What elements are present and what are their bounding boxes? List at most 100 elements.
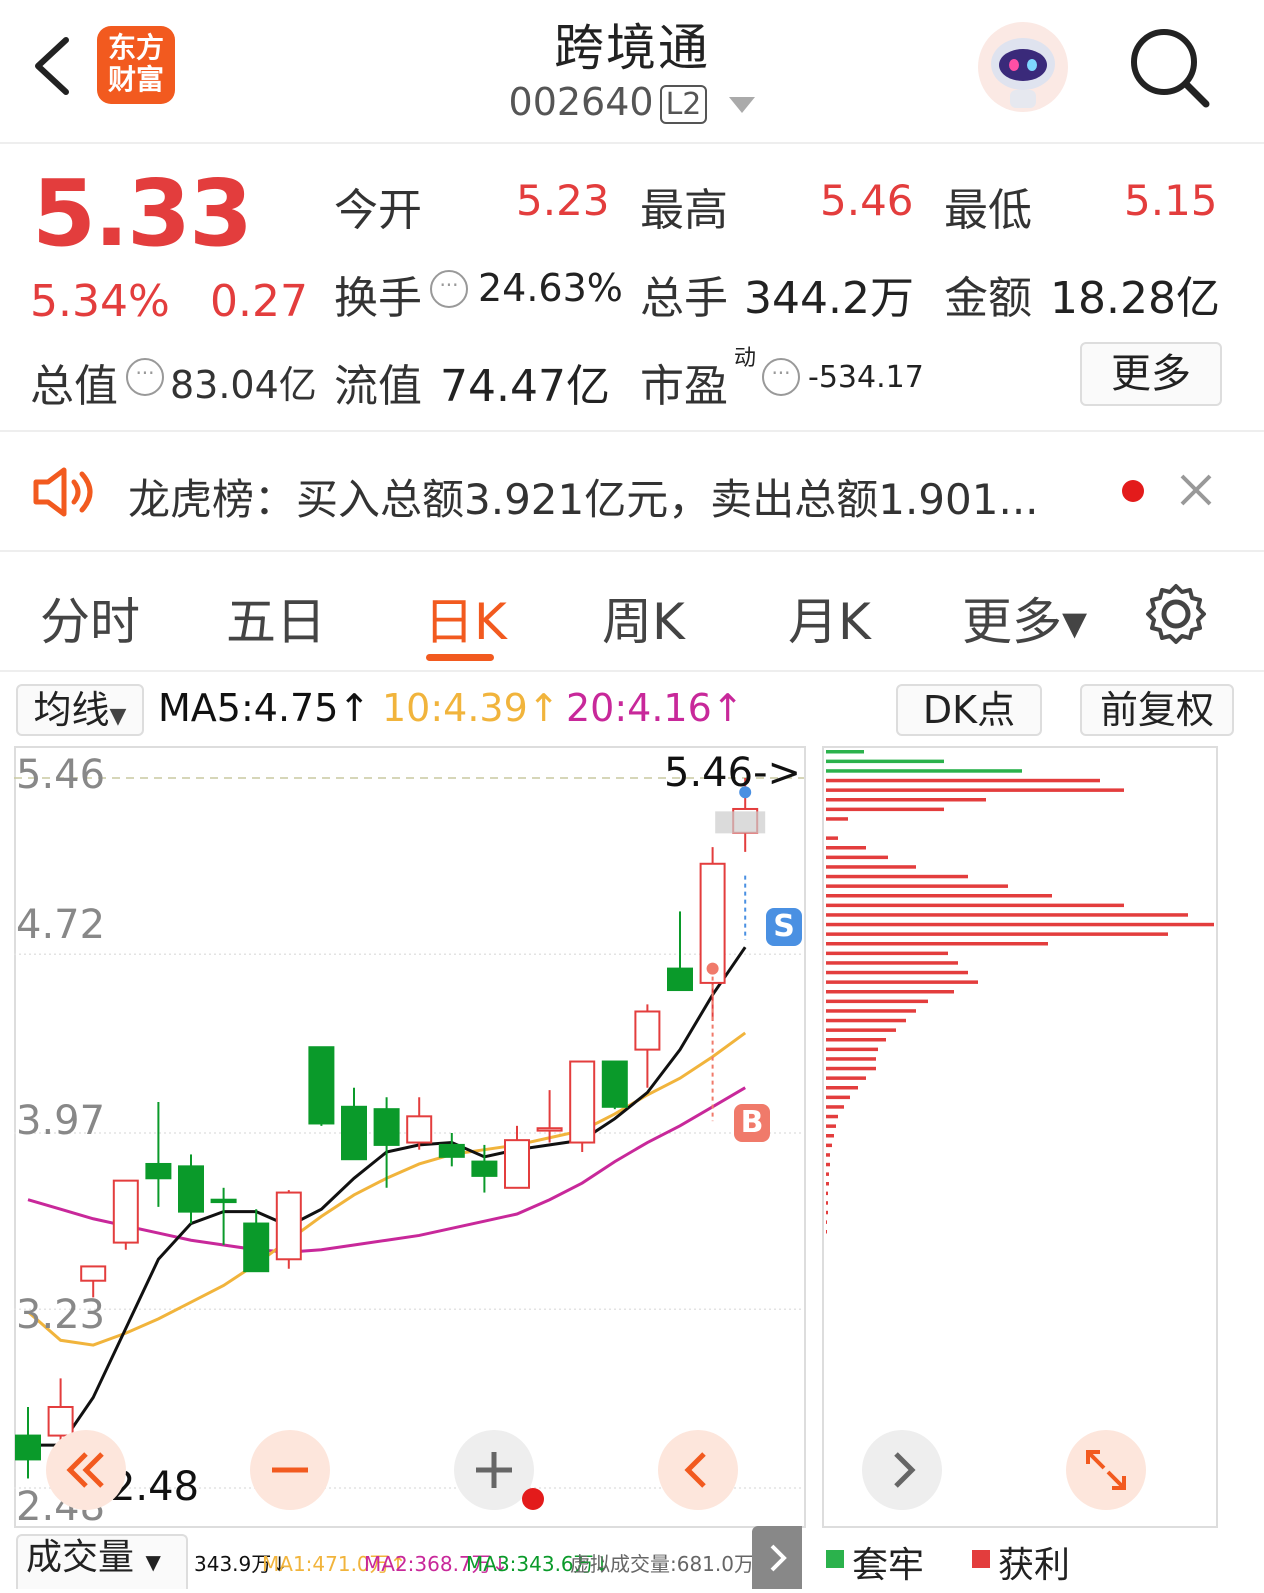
- candle-down: [341, 1105, 367, 1161]
- dropdown-icon: ▼: [145, 1550, 161, 1574]
- chip-bar: [826, 970, 968, 975]
- unread-dot: [1122, 480, 1144, 502]
- change-percent: 5.34%: [30, 276, 170, 327]
- divider: [0, 670, 1264, 672]
- virtual-volume-readout: 虚拟成交量:681.0万: [570, 1552, 754, 1576]
- candle-down: [308, 1046, 335, 1125]
- chip-bar: [826, 980, 978, 984]
- float-label: 流值: [334, 361, 422, 412]
- chip-bar: [826, 1086, 858, 1090]
- chip-bar: [826, 1134, 834, 1138]
- chip-bar: [826, 1143, 832, 1148]
- tab-daily-k[interactable]: 日K: [424, 582, 507, 654]
- robot-avatar-icon[interactable]: [976, 20, 1070, 114]
- info-icon[interactable]: ···: [430, 270, 468, 308]
- unread-dot: [522, 1488, 544, 1510]
- amount-value: 18.28亿: [1050, 273, 1220, 324]
- pe-dynamic-mark: 动: [734, 346, 757, 371]
- candle-down: [438, 1143, 465, 1158]
- pe-label: 市盈: [640, 361, 728, 412]
- gear-icon[interactable]: [1144, 582, 1208, 646]
- kline-chart[interactable]: [14, 746, 804, 1526]
- chip-bar: [826, 1018, 906, 1023]
- chip-bar: [826, 778, 1100, 783]
- chevron-left-icon: [684, 1452, 706, 1488]
- candle-down: [373, 1108, 400, 1146]
- tab-more[interactable]: 更多▾: [962, 582, 1087, 654]
- chip-bar: [826, 788, 1124, 792]
- chip-bar: [826, 750, 864, 754]
- chip-bar: [826, 1047, 878, 1052]
- chip-bar: [826, 798, 986, 802]
- current-candle-highlight: [715, 811, 766, 834]
- rewind-button[interactable]: [46, 1430, 126, 1510]
- tab-five-day[interactable]: 五日: [226, 582, 326, 654]
- top-header: 东方 财富 跨境通 002640 L2: [0, 0, 1264, 144]
- candle-up: [504, 1139, 530, 1189]
- chip-bar: [826, 1076, 866, 1080]
- indicator-selector[interactable]: 均线▼: [16, 684, 144, 736]
- turnover-value: 24.63%: [478, 266, 623, 310]
- mktcap-value: 83.04亿: [170, 363, 317, 407]
- candle-down: [667, 967, 693, 992]
- volume-indicator-selector[interactable]: 成交量 ▼: [16, 1534, 188, 1589]
- stock-name: 跨境通: [554, 19, 710, 77]
- candle-up: [112, 1179, 139, 1244]
- zoom-out-button[interactable]: [250, 1430, 330, 1510]
- tab-intraday[interactable]: 分时: [40, 582, 140, 654]
- chip-bar: [826, 1220, 827, 1224]
- amount-label: 金额: [944, 273, 1032, 324]
- legend-swatch-profit: [972, 1550, 990, 1568]
- candle-down: [601, 1060, 628, 1108]
- candle-down: [471, 1160, 498, 1177]
- chip-bar: [826, 1201, 828, 1205]
- candle-down: [210, 1198, 237, 1204]
- tab-monthly-k[interactable]: 月K: [788, 582, 871, 654]
- chip-bar: [826, 817, 848, 821]
- high-value: 5.46: [820, 176, 914, 225]
- price-adjust-button[interactable]: 前复权: [1080, 684, 1234, 736]
- open-label: 今开: [334, 185, 422, 236]
- volume-panel-toggle[interactable]: [752, 1526, 802, 1589]
- chip-bar: [826, 884, 1008, 888]
- chip-bar: [826, 874, 968, 879]
- candle-up: [406, 1115, 433, 1144]
- open-value: 5.23: [516, 176, 610, 225]
- info-icon[interactable]: ···: [126, 358, 164, 396]
- notice-text[interactable]: 龙虎榜：买入总额3.921亿元，卖出总额1.901...: [128, 466, 1039, 527]
- sell-signal-badge[interactable]: S: [766, 908, 802, 946]
- active-tab-indicator: [426, 654, 494, 661]
- chip-bar: [826, 1191, 828, 1196]
- next-button[interactable]: [862, 1430, 942, 1510]
- divider: [0, 430, 1264, 432]
- chip-bar: [826, 855, 888, 860]
- pe-value: -534.17: [808, 360, 924, 395]
- stock-code: 002640: [508, 80, 654, 124]
- low-value: 5.15: [1124, 176, 1218, 225]
- search-icon[interactable]: [1128, 26, 1212, 110]
- chip-bar: [826, 1230, 827, 1234]
- turnover-label: 换手: [334, 273, 422, 324]
- chip-bar: [826, 1210, 828, 1215]
- chip-bar: [826, 1038, 886, 1042]
- high-label: 最高: [640, 185, 728, 236]
- close-icon[interactable]: [1178, 472, 1214, 508]
- legend-swatch-trap: [826, 1550, 844, 1568]
- double-chevron-left-icon: [66, 1452, 104, 1488]
- tab-weekly-k[interactable]: 周K: [602, 582, 685, 654]
- candle-down: [145, 1162, 172, 1180]
- chip-bar: [826, 1182, 829, 1186]
- chip-bar: [826, 913, 1188, 917]
- buy-signal-badge[interactable]: B: [734, 1104, 770, 1142]
- info-icon[interactable]: ···: [762, 358, 800, 396]
- prev-button[interactable]: [658, 1430, 738, 1510]
- chip-bar: [826, 1172, 829, 1176]
- more-button[interactable]: 更多: [1080, 342, 1222, 406]
- chip-bar: [826, 769, 1022, 773]
- expand-button[interactable]: [1066, 1430, 1146, 1510]
- chip-bar: [826, 1162, 830, 1167]
- dk-point-button[interactable]: DK点: [896, 684, 1042, 736]
- stock-code-row[interactable]: 002640 L2: [0, 80, 1264, 124]
- candle-down: [243, 1222, 270, 1273]
- chip-bar: [826, 922, 1214, 927]
